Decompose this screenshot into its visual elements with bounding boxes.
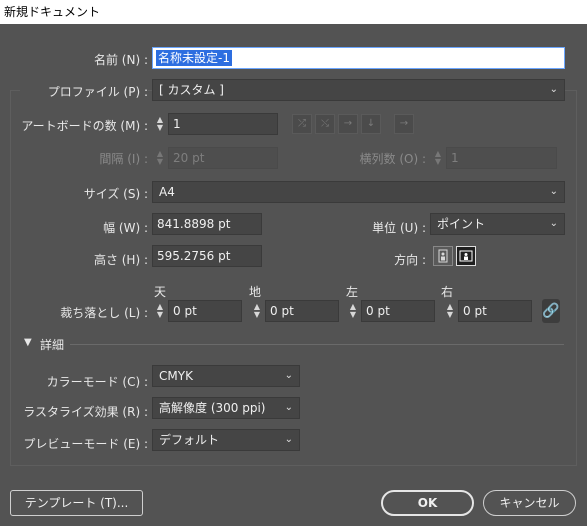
height-label: 高さ (H) :: [93, 253, 148, 267]
artboard-count-label: アートボードの数 (M) :: [21, 119, 148, 133]
grid-by-column-icon[interactable]: ⤯: [315, 114, 335, 134]
bleed-label: 裁ち落とし (L) :: [60, 306, 148, 320]
bleed-right-input[interactable]: 0 pt: [458, 300, 532, 322]
columns-label: 横列数 (O) :: [359, 152, 426, 166]
units-select[interactable]: ポイント ⌄: [430, 213, 565, 235]
stepper-down-icon: ▼: [434, 157, 442, 166]
bleed-top-input[interactable]: 0 pt: [168, 300, 242, 322]
artboard-count-stepper[interactable]: ▲ ▼: [152, 113, 168, 135]
bleed-bottom-stepper[interactable]: ▲ ▼: [249, 300, 265, 322]
raster-effects-select[interactable]: 高解像度 (300 ppi) ⌄: [152, 397, 300, 419]
advanced-section-label[interactable]: 詳細: [40, 336, 64, 353]
height-input[interactable]: 595.2756 pt: [152, 245, 262, 267]
stepper-down-icon: ▼: [446, 310, 454, 319]
profile-label: プロファイル (P) :: [20, 83, 148, 100]
stepper-down-icon: ▼: [156, 310, 164, 319]
chevron-down-icon: ⌄: [284, 402, 293, 413]
spacing-label: 間隔 (I) :: [99, 152, 148, 166]
size-label: サイズ (S) :: [83, 187, 148, 201]
link-icon: 🔗: [542, 303, 560, 319]
stepper-down-icon: ▼: [349, 310, 357, 319]
columns-stepper[interactable]: ▲ ▼: [430, 147, 446, 169]
profile-select[interactable]: [ カスタム ] ⌄: [152, 79, 565, 101]
chevron-down-icon: ⌄: [549, 186, 558, 197]
preview-mode-value: デフォルト: [159, 433, 220, 447]
columns-input[interactable]: 1: [446, 147, 557, 169]
name-input[interactable]: 名称未設定-1: [152, 47, 565, 69]
bleed-top-label: 天: [154, 285, 167, 299]
arrange-by-row-icon[interactable]: →: [338, 114, 358, 134]
units-select-value: ポイント: [437, 217, 486, 231]
orientation-label: 方向 :: [394, 253, 426, 267]
ok-button[interactable]: OK: [381, 490, 474, 516]
bleed-left-label: 左: [346, 285, 359, 299]
profile-select-value: [ カスタム ]: [159, 83, 224, 97]
color-mode-select[interactable]: CMYK ⌄: [152, 365, 300, 387]
preview-mode-select[interactable]: デフォルト ⌄: [152, 429, 300, 451]
arrange-by-column-icon[interactable]: ↓: [361, 114, 381, 134]
window-title: 新規ドキュメント: [0, 0, 587, 24]
name-label: 名前 (N) :: [93, 53, 148, 67]
spacing-input[interactable]: 20 pt: [168, 147, 278, 169]
raster-effects-value: 高解像度 (300 ppi): [159, 401, 266, 415]
bleed-link-button[interactable]: 🔗: [542, 299, 560, 323]
advanced-toggle-icon[interactable]: ▼: [24, 337, 32, 348]
right-to-left-icon[interactable]: →: [394, 114, 414, 134]
landscape-icon: [459, 250, 473, 262]
spacing-stepper[interactable]: ▲ ▼: [152, 147, 168, 169]
bleed-top-stepper[interactable]: ▲ ▼: [152, 300, 168, 322]
chevron-down-icon: ⌄: [549, 218, 558, 229]
landscape-button[interactable]: [456, 246, 476, 266]
size-select[interactable]: A4 ⌄: [152, 181, 565, 203]
color-mode-value: CMYK: [159, 369, 193, 383]
templates-button[interactable]: テンプレート (T)...: [10, 490, 143, 516]
bleed-right-label: 右: [441, 285, 454, 299]
units-label: 単位 (U) :: [372, 221, 426, 235]
chevron-down-icon: ⌄: [284, 434, 293, 445]
stepper-down-icon: ▼: [156, 157, 164, 166]
advanced-divider: [70, 344, 564, 345]
portrait-icon: [438, 249, 448, 263]
raster-effects-label: ラスタライズ効果 (R) :: [23, 405, 148, 419]
grid-by-row-icon[interactable]: ⤮: [292, 114, 312, 134]
width-input[interactable]: 841.8898 pt: [152, 213, 262, 235]
preview-mode-label: プレビューモード (E) :: [23, 437, 148, 451]
bleed-left-input[interactable]: 0 pt: [361, 300, 435, 322]
portrait-button[interactable]: [433, 246, 453, 266]
chevron-down-icon: ⌄: [549, 84, 558, 95]
width-label: 幅 (W) :: [103, 221, 148, 235]
chevron-down-icon: ⌄: [284, 370, 293, 381]
name-input-value: 名称未設定-1: [156, 50, 232, 66]
cancel-button[interactable]: キャンセル: [483, 490, 576, 516]
bleed-right-stepper[interactable]: ▲ ▼: [442, 300, 458, 322]
bleed-bottom-input[interactable]: 0 pt: [265, 300, 339, 322]
stepper-down-icon: ▼: [253, 310, 261, 319]
artboard-count-input[interactable]: 1: [168, 113, 278, 135]
color-mode-label: カラーモード (C) :: [46, 375, 148, 389]
stepper-down-icon: ▼: [156, 123, 164, 132]
bleed-left-stepper[interactable]: ▲ ▼: [345, 300, 361, 322]
bleed-bottom-label: 地: [249, 285, 262, 299]
size-select-value: A4: [159, 185, 175, 199]
